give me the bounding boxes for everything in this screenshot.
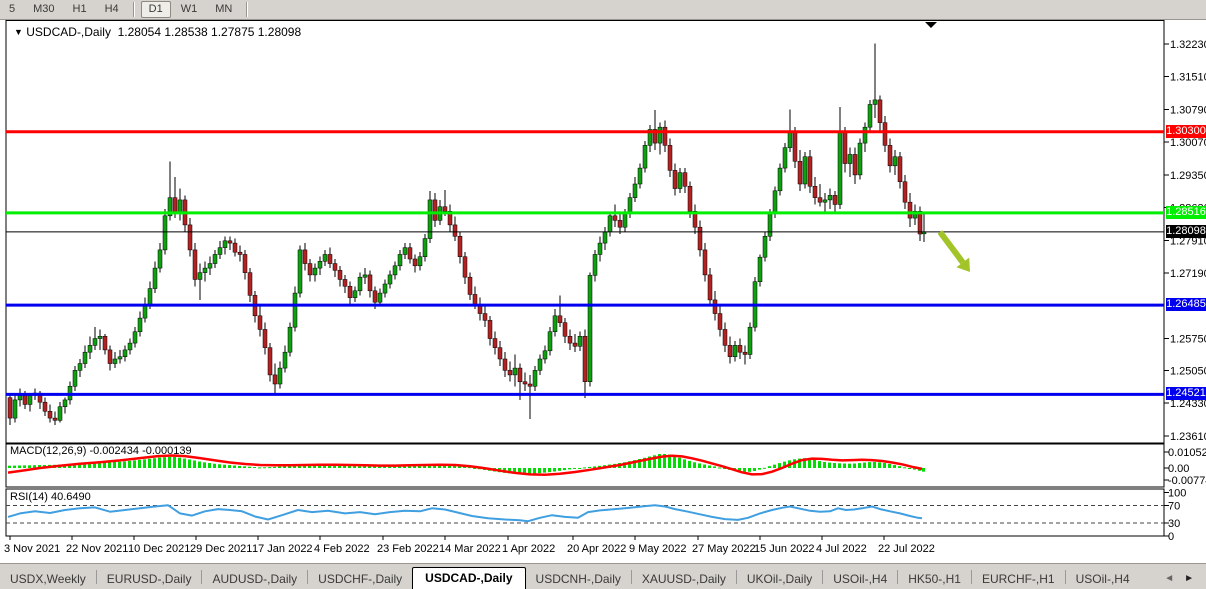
svg-text:0.01052: 0.01052 <box>1168 447 1206 459</box>
svg-text:1.23610: 1.23610 <box>1170 431 1206 443</box>
price-badge-1.26485: 1.26485 <box>1166 298 1206 311</box>
chart-window: 1.322301.315101.307901.300701.293501.286… <box>0 20 1206 563</box>
indicator-axes: 0.01052 0.00-0.0077410070 300 <box>1164 447 1206 543</box>
timeframe-button-h1[interactable]: H1 <box>65 1 95 18</box>
chart-tab-xauusd-daily-6[interactable]: XAUUSD-,Daily <box>632 569 736 589</box>
timeframe-button-h4[interactable]: H4 <box>97 1 127 18</box>
sell-arrow-annotation[interactable] <box>940 232 970 272</box>
price-badge-1.24521: 1.24521 <box>1166 387 1206 400</box>
svg-text:1.25750: 1.25750 <box>1170 334 1206 346</box>
svg-text:1.30070: 1.30070 <box>1170 137 1206 149</box>
svg-text:4 Feb 2022: 4 Feb 2022 <box>314 543 370 555</box>
price-badge-1.30300: 1.30300 <box>1166 125 1206 138</box>
timeframe-button-mn[interactable]: MN <box>207 1 240 18</box>
tab-scroll-left-icon[interactable]: ◄ <box>1164 573 1174 584</box>
timeframe-toolbar: 5M30H1H4 D1W1MN <box>0 0 1206 20</box>
rsi-line <box>8 505 922 521</box>
trading-platform-window: 5M30H1H4 D1W1MN 1.32230 1.31510 1.30790 1.30… <box>0 0 1206 589</box>
chart-tab-hk50-h1-9[interactable]: HK50-,H1 <box>898 569 971 589</box>
chart-tab-ukoil-daily-7[interactable]: UKOil-,Daily <box>737 569 822 589</box>
timeframe-button-5[interactable]: 5 <box>1 1 23 18</box>
chart-tab-audusd-daily-2[interactable]: AUDUSD-,Daily <box>202 569 307 589</box>
toolbar-separator <box>133 2 135 17</box>
svg-text:0: 0 <box>1168 531 1174 543</box>
svg-text:17 Jan 2022: 17 Jan 2022 <box>252 543 313 555</box>
symbol-name: USDCAD-,Daily <box>26 25 111 39</box>
svg-text:22 Nov 2021: 22 Nov 2021 <box>66 543 128 555</box>
chart-tab-eurchf-h1-10[interactable]: EURCHF-,H1 <box>972 569 1065 589</box>
svg-text:14 Mar 2022: 14 Mar 2022 <box>439 543 501 555</box>
timeframe-button-d1[interactable]: D1 <box>141 1 171 18</box>
svg-text:-0.00774: -0.00774 <box>1168 475 1206 487</box>
svg-text:23 Feb 2022: 23 Feb 2022 <box>377 543 439 555</box>
toolbar-separator <box>246 2 248 17</box>
svg-text:70: 70 <box>1168 501 1180 513</box>
svg-text:30: 30 <box>1168 518 1180 530</box>
price-badge-1.28516: 1.28516 <box>1166 206 1206 219</box>
chart-tab-eurusd-daily-1[interactable]: EURUSD-,Daily <box>97 569 202 589</box>
chart-tab-usdchf-daily-3[interactable]: USDCHF-,Daily <box>308 569 412 589</box>
svg-text:15 Jun 2022: 15 Jun 2022 <box>754 543 815 555</box>
chart-tab-usoil-h4-11[interactable]: USOil-,H4 <box>1066 569 1140 589</box>
svg-text:3 Nov 2021: 3 Nov 2021 <box>4 543 60 555</box>
svg-text:9 May 2022: 9 May 2022 <box>629 543 686 555</box>
timeframe-button-m30[interactable]: M30 <box>25 1 62 18</box>
svg-text:100: 100 <box>1168 488 1186 500</box>
chart-tab-usdx-weekly-0[interactable]: USDX,Weekly <box>0 569 96 589</box>
rsi-indicator-label: RSI(14) 40.6490 <box>10 491 91 503</box>
chart-title: ▼ USDCAD-,Daily 1.28054 1.28538 1.27875 … <box>14 25 301 39</box>
svg-text:1.31510: 1.31510 <box>1170 72 1206 84</box>
chart-graphics: 1.322301.315101.307901.300701.293501.286… <box>0 20 1206 563</box>
timeframe-button-w1[interactable]: W1 <box>173 1 206 18</box>
svg-text:4 Jul 2022: 4 Jul 2022 <box>816 543 867 555</box>
svg-text:1.27190: 1.27190 <box>1170 268 1206 280</box>
chart-tab-usdcad-daily-4[interactable]: USDCAD-,Daily <box>412 567 525 589</box>
chart-shift-marker-icon[interactable] <box>925 22 937 28</box>
svg-text:1.29350: 1.29350 <box>1170 170 1206 182</box>
ohlc-values: 1.28054 1.28538 1.27875 1.28098 <box>118 25 302 39</box>
chart-tab-usdcnh-daily-5[interactable]: USDCNH-,Daily <box>526 569 631 589</box>
svg-text:1.30790: 1.30790 <box>1170 104 1206 116</box>
svg-text:1.25050: 1.25050 <box>1170 365 1206 377</box>
svg-text:22 Jul 2022: 22 Jul 2022 <box>878 543 935 555</box>
price-axis: 1.322301.315101.307901.300701.293501.286… <box>1164 39 1206 443</box>
svg-text:29 Dec 2021: 29 Dec 2021 <box>190 543 252 555</box>
svg-text:10 Dec 2021: 10 Dec 2021 <box>128 543 190 555</box>
candlestick-series <box>8 44 926 425</box>
chart-tab-usoil-h4-8[interactable]: USOil-,H4 <box>823 569 897 589</box>
chart-tab-bar: USDX,WeeklyEURUSD-,DailyAUDUSD-,DailyUSD… <box>0 563 1206 589</box>
svg-text:0.00: 0.00 <box>1168 463 1189 475</box>
svg-text:1 Apr 2022: 1 Apr 2022 <box>502 543 555 555</box>
tab-scroll-right-icon[interactable]: ► <box>1184 573 1194 584</box>
svg-text:1.32230: 1.32230 <box>1170 39 1206 51</box>
macd-indicator-label: MACD(12,26,9) -0.002434 -0.000139 <box>10 445 192 457</box>
svg-text:20 Apr 2022: 20 Apr 2022 <box>567 543 626 555</box>
symbol-dropdown-icon[interactable]: ▼ <box>14 27 23 37</box>
price-badge-1.28098: 1.28098 <box>1166 225 1206 238</box>
date-axis: 3 Nov 2021 22 Nov 202110 Dec 202129 Dec 2… <box>4 536 935 555</box>
tab-scroll-controls: ◄► <box>1164 573 1206 589</box>
svg-text:27 May 2022: 27 May 2022 <box>692 543 756 555</box>
